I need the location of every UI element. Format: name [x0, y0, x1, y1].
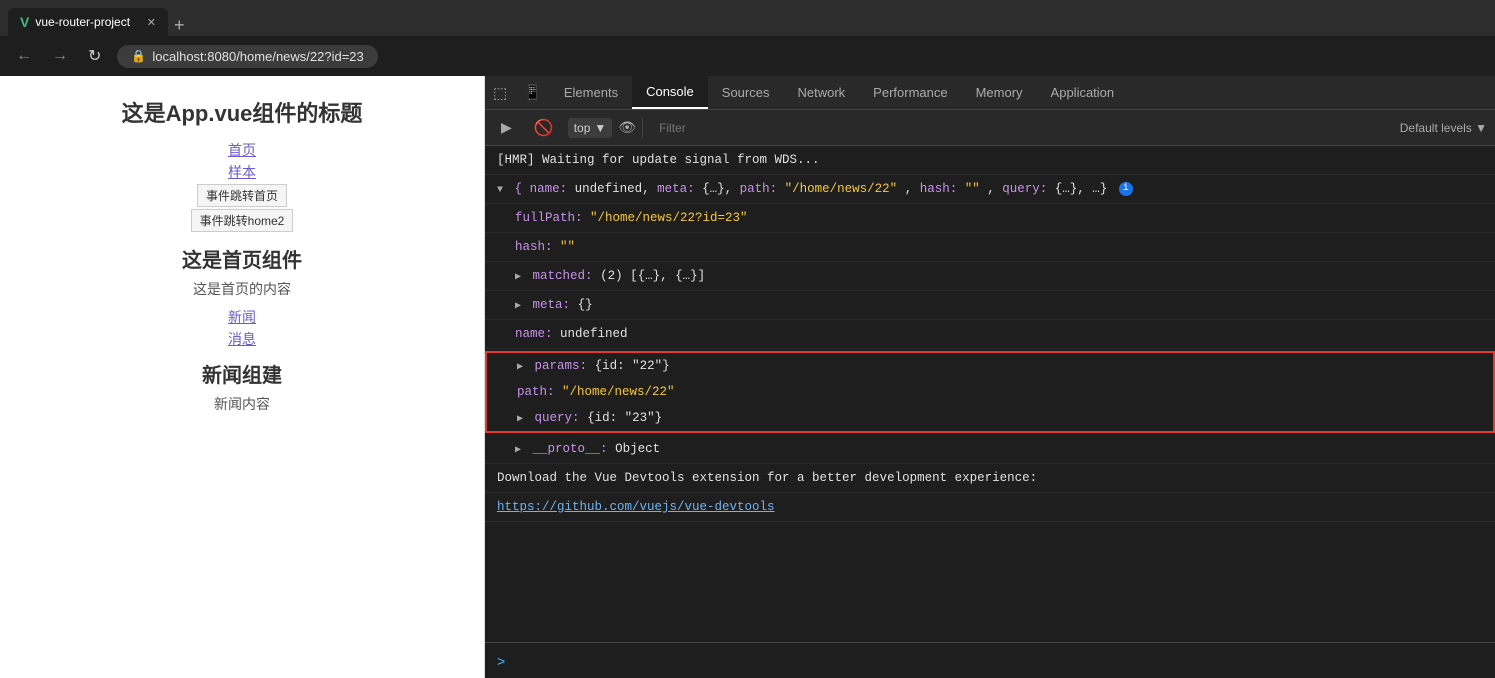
params-triangle[interactable]: ▶	[517, 362, 523, 373]
vue-icon: V	[20, 14, 29, 30]
obj-name-label: {	[515, 182, 523, 196]
obj-name: name:	[530, 182, 575, 196]
console-input-row: >	[485, 642, 1495, 678]
console-devtools-line: Download the Vue Devtools extension for …	[485, 464, 1495, 493]
filter-box	[642, 119, 1394, 137]
tab-elements[interactable]: Elements	[550, 77, 632, 108]
devtools-link[interactable]: https://github.com/vuejs/vue-devtools	[497, 500, 775, 514]
console-name: name: undefined	[485, 320, 1495, 349]
tab-close-button[interactable]: ✕	[147, 16, 156, 29]
console-matched: ▶ matched: (2) [{…}, {…}]	[485, 262, 1495, 291]
lock-icon: 🔒	[131, 49, 146, 63]
proto-triangle[interactable]: ▶	[515, 445, 521, 456]
console-params: ▶ params: {id: "22"}	[487, 353, 1493, 379]
highlight-box: ▶ params: {id: "22"} path: "/home/news/2…	[485, 351, 1495, 433]
console-path: path: "/home/news/22"	[487, 379, 1493, 405]
console-hash: hash: ""	[485, 233, 1495, 262]
event-btn-home2[interactable]: 事件跳转home2	[191, 209, 294, 232]
console-obj-line: ▼ { name: undefined, meta: {…}, path: "/…	[485, 175, 1495, 204]
home-section-content: 这是首页的内容	[30, 279, 454, 299]
default-levels[interactable]: Default levels ▼	[1400, 121, 1487, 135]
meta-triangle[interactable]: ▶	[515, 301, 521, 312]
console-input[interactable]	[513, 653, 1483, 668]
address-bar[interactable]: 🔒 localhost:8080/home/news/22?id=23	[117, 45, 377, 68]
tab-memory[interactable]: Memory	[962, 77, 1037, 108]
context-selector[interactable]: top ▼	[568, 118, 613, 138]
nav-links: 首页 样本 事件跳转首页 事件跳转home2	[30, 140, 454, 232]
sub-link-message[interactable]: 消息	[228, 329, 256, 349]
console-hmr-line: [HMR] Waiting for update signal from WDS…	[485, 146, 1495, 175]
devtools-tabs: ⬚ 📱 Elements Console Sources Network Per…	[485, 76, 1495, 110]
hmr-text: [HMR] Waiting for update signal from WDS…	[497, 153, 820, 167]
tab-console[interactable]: Console	[632, 76, 708, 109]
reload-button[interactable]: ↻	[84, 44, 105, 68]
nav-link-sample[interactable]: 样本	[228, 162, 256, 182]
matched-triangle[interactable]: ▶	[515, 272, 521, 283]
devtools-panel: ⬚ 📱 Elements Console Sources Network Per…	[485, 76, 1495, 678]
dropdown-arrow: ▼	[594, 121, 606, 135]
address-text: localhost:8080/home/news/22?id=23	[152, 49, 363, 64]
tab-title: vue-router-project	[35, 15, 130, 29]
eye-icon[interactable]: 👁	[618, 119, 636, 136]
console-prompt: >	[497, 653, 505, 669]
home-section-title: 这是首页组件	[30, 244, 454, 273]
console-toolbar: ▶ 🚫 top ▼ 👁 Default levels ▼	[485, 110, 1495, 146]
forward-button[interactable]: →	[48, 45, 72, 67]
console-devtools-link: https://github.com/vuejs/vue-devtools	[485, 493, 1495, 522]
event-btn-home[interactable]: 事件跳转首页	[197, 184, 287, 207]
clear-console-icon[interactable]: 🚫	[526, 114, 562, 142]
info-badge: i	[1119, 182, 1133, 196]
console-output: [HMR] Waiting for update signal from WDS…	[485, 146, 1495, 642]
device-icon[interactable]: 📱	[515, 80, 550, 106]
tab-application[interactable]: Application	[1037, 77, 1129, 108]
sub-links: 新闻 消息	[30, 307, 454, 349]
inspect-icon[interactable]: ⬚	[485, 80, 515, 106]
sidebar-toggle-icon[interactable]: ▶	[493, 115, 520, 140]
sub-link-news[interactable]: 新闻	[228, 307, 256, 327]
console-meta: ▶ meta: {}	[485, 291, 1495, 320]
query-triangle[interactable]: ▶	[517, 414, 523, 425]
console-query: ▶ query: {id: "23"}	[487, 405, 1493, 431]
tab-network[interactable]: Network	[783, 77, 859, 108]
tab-performance[interactable]: Performance	[859, 77, 961, 108]
new-tab-button[interactable]: +	[168, 15, 191, 36]
back-button[interactable]: ←	[12, 45, 36, 67]
expand-triangle[interactable]: ▼	[497, 185, 503, 196]
tab-sources[interactable]: Sources	[708, 77, 784, 108]
vue-app-panel: 这是App.vue组件的标题 首页 样本 事件跳转首页 事件跳转home2 这是…	[0, 76, 485, 678]
app-title: 这是App.vue组件的标题	[30, 96, 454, 128]
news-section-content: 新闻内容	[30, 394, 454, 414]
console-proto: ▶ __proto__: Object	[485, 435, 1495, 464]
filter-input[interactable]	[651, 119, 1394, 137]
nav-link-home[interactable]: 首页	[228, 140, 256, 160]
news-section-title: 新闻组建	[30, 359, 454, 388]
console-fullpath: fullPath: "/home/news/22?id=23"	[485, 204, 1495, 233]
context-label: top	[574, 121, 591, 135]
browser-tab[interactable]: V vue-router-project ✕	[8, 8, 168, 36]
